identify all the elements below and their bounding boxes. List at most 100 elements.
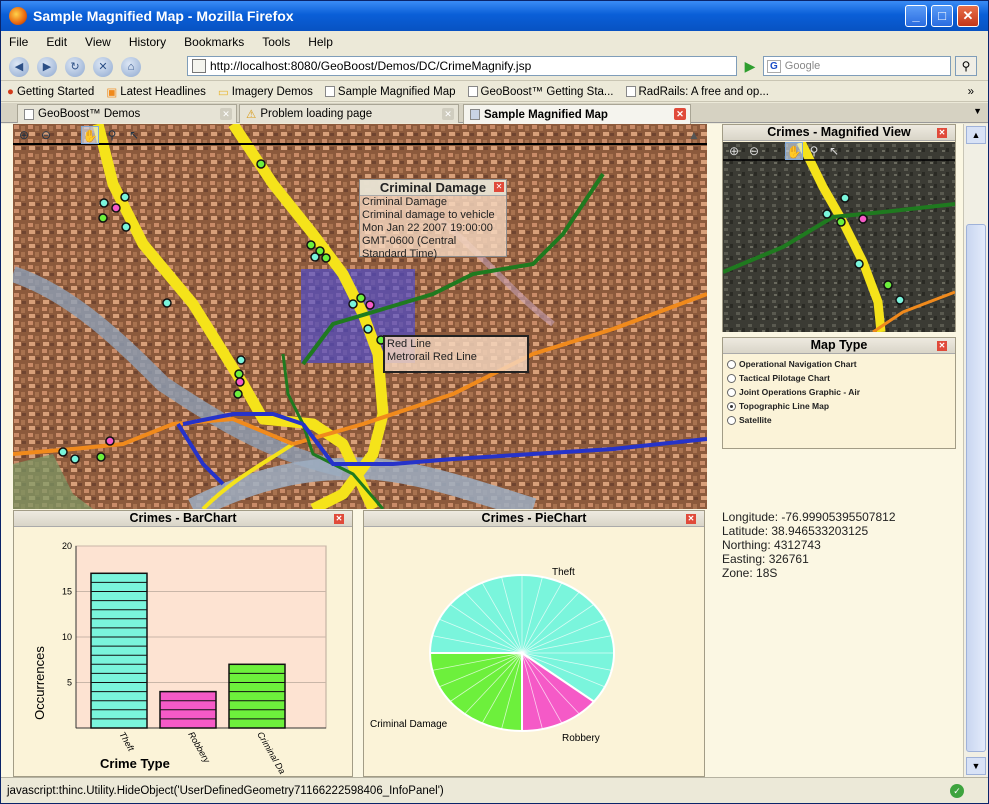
select-arrow-icon[interactable]: ↖ xyxy=(125,126,143,144)
firefox-logo-icon xyxy=(9,7,27,25)
pie-chart-title: Crimes - PieChart ✕ xyxy=(364,511,704,527)
panel-close-icon[interactable]: ✕ xyxy=(937,128,947,138)
url-bar[interactable]: http://localhost:8080/GeoBoost/Demos/DC/… xyxy=(187,56,737,76)
panel-close-icon[interactable]: ✕ xyxy=(937,341,947,351)
coordinates-readout: Longitude: -76.99905395507812 Latitude: … xyxy=(722,510,896,580)
magnified-map[interactable] xyxy=(723,142,955,332)
menu-history[interactable]: History xyxy=(127,35,168,49)
pie-label: Criminal Damage xyxy=(370,719,448,730)
rss-icon: ▣ xyxy=(106,86,118,99)
tab-list-icon[interactable]: ▼ xyxy=(973,106,982,116)
magnified-view-panel: Crimes - Magnified View ✕ ⊕ ⊖ ✋ ⚲ ↖ xyxy=(722,124,956,332)
scroll-up-icon[interactable]: ▲ xyxy=(966,126,986,144)
maximize-button[interactable]: □ xyxy=(931,5,953,27)
tab-geoboost-demos[interactable]: GeoBoost™ Demos ✕ xyxy=(17,104,237,123)
status-text: javascript:thinc.Utility.HideObject('Use… xyxy=(7,784,444,797)
reload-button[interactable]: ↻ xyxy=(65,56,85,77)
zoom-box-icon[interactable]: ⚲ xyxy=(103,126,121,144)
bookmark-latest-headlines[interactable]: ▣ Latest Headlines xyxy=(106,85,206,99)
zoom-in-icon[interactable]: ⊕ xyxy=(725,142,743,160)
pie-chart: Theft Robbery Criminal Damage xyxy=(370,567,615,744)
bookmark-imagery-demos[interactable]: ▭ Imagery Demos xyxy=(218,85,313,99)
back-button[interactable]: ◀ xyxy=(9,56,29,77)
tab-close-icon[interactable]: ✕ xyxy=(674,108,686,120)
map-toolbar: ⊕ ⊖ ✋ ⚲ ↖ ▲ xyxy=(13,124,707,146)
select-arrow-icon[interactable]: ↖ xyxy=(825,142,843,160)
latitude: Latitude: 38.946533203125 xyxy=(722,524,869,538)
scroll-thumb[interactable] xyxy=(966,224,986,752)
status-bar: javascript:thinc.Utility.HideObject('Use… xyxy=(1,777,988,803)
zoom-out-icon[interactable]: ⊖ xyxy=(745,142,763,160)
status-ok-icon: ✓ xyxy=(950,784,964,798)
tab-close-icon[interactable]: ✕ xyxy=(220,108,232,120)
menu-help[interactable]: Help xyxy=(306,35,335,49)
y-axis-label: Occurrences xyxy=(32,646,47,720)
bookmark-geoboost-getting-started[interactable]: GeoBoost™ Getting Sta... xyxy=(467,86,614,98)
map-type-option[interactable]: Topographic Line Map xyxy=(723,399,955,413)
info-panel-title: Criminal Damage xyxy=(360,180,506,196)
zoom-box-icon[interactable]: ⚲ xyxy=(805,142,823,160)
search-placeholder: Google xyxy=(784,60,821,72)
minimize-button[interactable]: _ xyxy=(905,5,927,27)
collapse-toolbar-icon[interactable]: ▲ xyxy=(685,126,703,144)
go-button[interactable]: ▶ xyxy=(741,57,759,75)
bookmark-radrails[interactable]: RadRails: A free and op... xyxy=(625,86,769,98)
x-axis-label: Crime Type xyxy=(100,756,170,771)
stop-button[interactable]: ✕ xyxy=(93,56,113,77)
northing: Northing: 4312743 xyxy=(722,538,821,552)
folder-icon: ▭ xyxy=(217,86,229,99)
bookmark-sample-magnified-map[interactable]: Sample Magnified Map xyxy=(324,86,456,98)
map-type-option[interactable]: Operational Navigation Chart xyxy=(723,357,955,371)
page-icon xyxy=(324,86,335,97)
map-type-panel: Map Type ✕ Operational Navigation Chart T… xyxy=(722,337,956,449)
pie-label: Theft xyxy=(552,567,575,578)
tab-problem-loading[interactable]: ⚠ Problem loading page ✕ xyxy=(239,104,459,123)
scroll-down-icon[interactable]: ▼ xyxy=(966,757,986,775)
map-type-option[interactable]: Joint Operations Graphic - Air xyxy=(723,385,955,399)
tab-close-icon[interactable]: ✕ xyxy=(442,108,454,120)
map-icon xyxy=(470,109,480,120)
panel-close-icon[interactable]: ✕ xyxy=(686,514,696,524)
menu-edit[interactable]: Edit xyxy=(44,35,69,49)
map-type-option[interactable]: Tactical Pilotage Chart xyxy=(723,371,955,385)
url-text: http://localhost:8080/GeoBoost/Demos/DC/… xyxy=(210,59,532,73)
main-map[interactable]: ⊕ ⊖ ✋ ⚲ ↖ ▲ Criminal Damage ✕ Criminal D… xyxy=(13,124,707,509)
menu-tools[interactable]: Tools xyxy=(260,35,292,49)
search-go-icon[interactable]: ⚲ xyxy=(955,56,977,76)
zoom-in-icon[interactable]: ⊕ xyxy=(15,126,33,144)
longitude: Longitude: -76.99905395507812 xyxy=(722,510,896,524)
x-tick-label: Theft xyxy=(117,730,136,753)
map-type-option[interactable]: Satellite xyxy=(723,413,955,427)
bar-theft xyxy=(90,572,148,729)
panel-close-icon[interactable]: ✕ xyxy=(334,514,344,524)
y-tick-label: 20 xyxy=(62,541,72,551)
tab-sample-magnified-map[interactable]: Sample Magnified Map ✕ xyxy=(463,104,691,124)
home-button[interactable]: ⌂ xyxy=(121,56,141,77)
title-bar: Sample Magnified Map - Mozilla Firefox _… xyxy=(1,1,988,31)
pie-label: Robbery xyxy=(562,733,600,744)
pie-chart-panel: Crimes - PieChart ✕ Theft Robbery Criminal … xyxy=(363,510,705,777)
vertical-scrollbar[interactable]: ▲ ▼ xyxy=(963,124,988,777)
close-button[interactable]: ✕ xyxy=(957,5,979,27)
forward-button[interactable]: ▶ xyxy=(37,56,57,77)
bookmark-getting-started[interactable]: ● Getting Started xyxy=(7,86,94,98)
y-tick-label: 15 xyxy=(62,587,72,597)
menu-bar: File Edit View History Bookmarks Tools H… xyxy=(1,32,988,52)
bar-chart-title: Crimes - BarChart ✕ xyxy=(14,511,352,527)
zoom-out-icon[interactable]: ⊖ xyxy=(37,126,55,144)
menu-view[interactable]: View xyxy=(83,35,113,49)
pan-hand-icon[interactable]: ✋ xyxy=(785,142,803,160)
map-type-title: Map Type ✕ xyxy=(723,338,955,354)
info-panel-close-icon[interactable]: ✕ xyxy=(494,182,504,192)
magnified-view-title: Crimes - Magnified View ✕ xyxy=(723,125,955,141)
menu-bookmarks[interactable]: Bookmarks xyxy=(182,35,246,49)
easting: Easting: 326761 xyxy=(722,552,809,566)
zone: Zone: 18S xyxy=(722,566,778,580)
page-icon xyxy=(625,86,636,97)
window-title: Sample Magnified Map - Mozilla Firefox xyxy=(33,8,294,24)
bar-chart: 5 10 15 20 Theft Robbery Criminal Da Crime Type… xyxy=(32,541,327,776)
menu-file[interactable]: File xyxy=(7,35,30,49)
search-box[interactable]: G Google xyxy=(763,56,951,76)
bookmarks-overflow-icon[interactable]: » xyxy=(968,86,974,98)
pan-hand-icon[interactable]: ✋ xyxy=(81,126,99,144)
